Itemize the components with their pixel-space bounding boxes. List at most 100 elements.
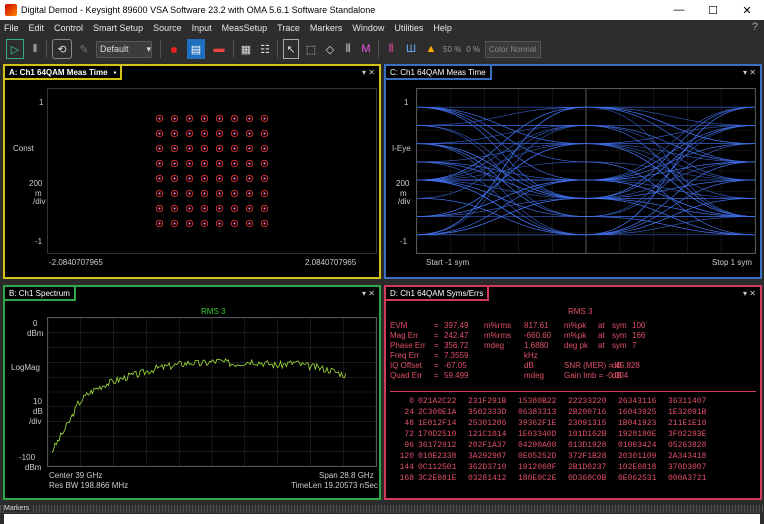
symbol-row: 96 36172912 202F1A37 04290A08 013D1928 010634… xyxy=(390,441,756,452)
preset-select[interactable]: Default ▾ xyxy=(96,40,152,58)
metric-cell: 59.499 xyxy=(444,371,469,380)
metric-cell: 397.49 xyxy=(444,321,469,330)
menu-input[interactable]: Input xyxy=(192,23,212,33)
pane-b-rbw: Res BW 198.866 MHz xyxy=(49,481,129,490)
pause-icon[interactable]: ‖ xyxy=(29,39,41,59)
maximize-button[interactable]: ☐ xyxy=(696,0,730,20)
metric-cell: 817.61 xyxy=(524,321,549,330)
menu-window[interactable]: Window xyxy=(352,23,384,33)
menu-help[interactable]: Help xyxy=(433,23,452,33)
help-icon[interactable]: ? xyxy=(752,21,758,33)
menu-trace[interactable]: Trace xyxy=(277,23,300,33)
pane-d-header: RMS 3 xyxy=(568,307,593,316)
pane-a-tab[interactable]: A: Ch1 64QAM Meas Time ▪ xyxy=(5,66,123,80)
menu-file[interactable]: File xyxy=(4,23,19,33)
constellation-plot[interactable] xyxy=(47,88,377,254)
metric-row: Freq Err = 7.3559 kHz xyxy=(390,351,756,361)
color-mode-field[interactable]: Color Normal xyxy=(485,40,542,58)
constellation-point xyxy=(263,207,266,210)
spectrum-trace xyxy=(51,358,347,453)
menu-utilities[interactable]: Utilities xyxy=(394,23,423,33)
menu-smart-setup[interactable]: Smart Setup xyxy=(93,23,143,33)
metric-cell: = xyxy=(434,351,439,360)
metric-cell: 7 xyxy=(632,341,637,350)
markers-panel[interactable]: Markers xyxy=(0,505,764,524)
symbol-cell: 120 xyxy=(399,452,414,461)
pane-b-tab[interactable]: B: Ch1 Spectrum xyxy=(5,287,76,301)
pane-a-controls[interactable]: ▾ ✕ xyxy=(362,68,375,77)
metric-cell: 166 xyxy=(632,331,646,340)
constellation-point xyxy=(158,147,161,150)
recording-icon[interactable]: ▤ xyxy=(187,39,205,59)
menu-meassetup[interactable]: MeasSetup xyxy=(222,23,268,33)
pane-d-controls[interactable]: ▾ ✕ xyxy=(743,289,756,298)
pane-a-y-top: 1 xyxy=(39,98,44,107)
symbol-cell: 26343116 xyxy=(618,397,657,406)
pane-a-x-left: -2.0840707965 xyxy=(49,258,103,267)
pane-c-tab[interactable]: C: Ch1 64QAM Meas Time xyxy=(386,66,492,80)
pane-d[interactable]: D: Ch1 64QAM Syms/Errs ▾ ✕ RMS 3 EVM = 397… xyxy=(384,285,762,500)
color-icon[interactable]: ⦀ xyxy=(384,39,398,59)
minimize-button[interactable]: — xyxy=(662,0,696,20)
restart-icon[interactable]: ⟲ xyxy=(52,39,72,59)
pane-c[interactable]: C: Ch1 64QAM Meas Time ▾ ✕ 1 I-Eye 200 m… xyxy=(384,64,762,279)
menu-source[interactable]: Source xyxy=(153,23,182,33)
pane-d-tab[interactable]: D: Ch1 64QAM Syms/Errs xyxy=(386,287,490,301)
metric-cell: deg pk xyxy=(564,341,589,350)
symbol-cell: 0E062531 xyxy=(618,474,657,483)
metric-cell: at xyxy=(598,321,605,330)
tile-icon[interactable]: ☷ xyxy=(258,39,272,59)
pointer-icon[interactable]: ↖ xyxy=(283,39,299,59)
metric-cell xyxy=(632,361,662,371)
pane-b-scale2: dB xyxy=(33,407,43,416)
constellation-point xyxy=(263,132,266,135)
symbol-row: 120 010E2338 3A292907 0E05252D 372F1B28 20301… xyxy=(390,452,756,463)
metric-row: EVM = 397.49 m%rms 817.61 m%pk at sym 100 xyxy=(390,321,756,331)
menu-control[interactable]: Control xyxy=(54,23,83,33)
symbol-cell: 101D162B xyxy=(568,430,607,439)
markers-body xyxy=(4,514,760,524)
pane-b[interactable]: B: Ch1 Spectrum ▾ ✕ RMS 3 0 dBm LogMag 1… xyxy=(3,285,381,500)
symbol-cell: 36311407 xyxy=(668,397,707,406)
menu-markers[interactable]: Markers xyxy=(310,23,343,33)
zoom-icon[interactable]: ⬚ xyxy=(304,39,318,59)
constellation-point xyxy=(158,162,161,165)
constellation-point xyxy=(263,147,266,150)
record-icon[interactable]: ● xyxy=(166,39,182,59)
grid-icon[interactable]: ⫴ xyxy=(342,39,354,59)
symbol-cell: 48 xyxy=(404,419,414,428)
pane-a[interactable]: A: Ch1 64QAM Meas Time ▪ ▾ ✕ 1 Const 200 … xyxy=(3,64,381,279)
constellation-point xyxy=(248,177,251,180)
constellation-point xyxy=(173,132,176,135)
close-button[interactable]: ✕ xyxy=(730,0,764,20)
player-icon[interactable]: ▬ xyxy=(210,39,228,59)
symbol-cell: 04290A08 xyxy=(518,441,557,450)
peak-icon[interactable]: M xyxy=(359,39,373,59)
spectrum-plot[interactable] xyxy=(47,317,377,467)
metric-cell xyxy=(484,371,524,381)
eye-plot[interactable] xyxy=(416,88,756,254)
smart-setup-icon[interactable]: ✎ xyxy=(77,39,91,59)
pane-b-controls[interactable]: ▾ ✕ xyxy=(362,289,375,298)
constellation-point xyxy=(248,147,251,150)
metric-cell: EVM xyxy=(390,321,408,330)
symbol-cell: 211E1E10 xyxy=(668,419,707,428)
constellation-point xyxy=(218,162,221,165)
constellation-point xyxy=(203,147,206,150)
pane-b-scale1: 10 xyxy=(33,397,42,406)
menu-edit[interactable]: Edit xyxy=(29,23,45,33)
layout-icon[interactable]: ▦ xyxy=(239,39,253,59)
symbol-cell: 3A292907 xyxy=(468,452,507,461)
toolbar-separator xyxy=(378,40,379,58)
marker-icon[interactable]: ◇ xyxy=(323,39,337,59)
symbol-cell: 06383313 xyxy=(518,408,557,417)
persistence-icon[interactable]: Ш xyxy=(403,39,419,59)
spectrogram-icon[interactable]: ▲ xyxy=(424,39,438,59)
app-icon xyxy=(5,4,17,16)
constellation-point xyxy=(218,147,221,150)
pane-c-scale1: 200 xyxy=(396,179,410,188)
dropdown-icon[interactable]: ▪ xyxy=(114,68,117,77)
play-icon[interactable]: ▷ xyxy=(6,39,24,59)
pane-c-controls[interactable]: ▾ ✕ xyxy=(743,68,756,77)
constellation-chart xyxy=(155,114,269,228)
